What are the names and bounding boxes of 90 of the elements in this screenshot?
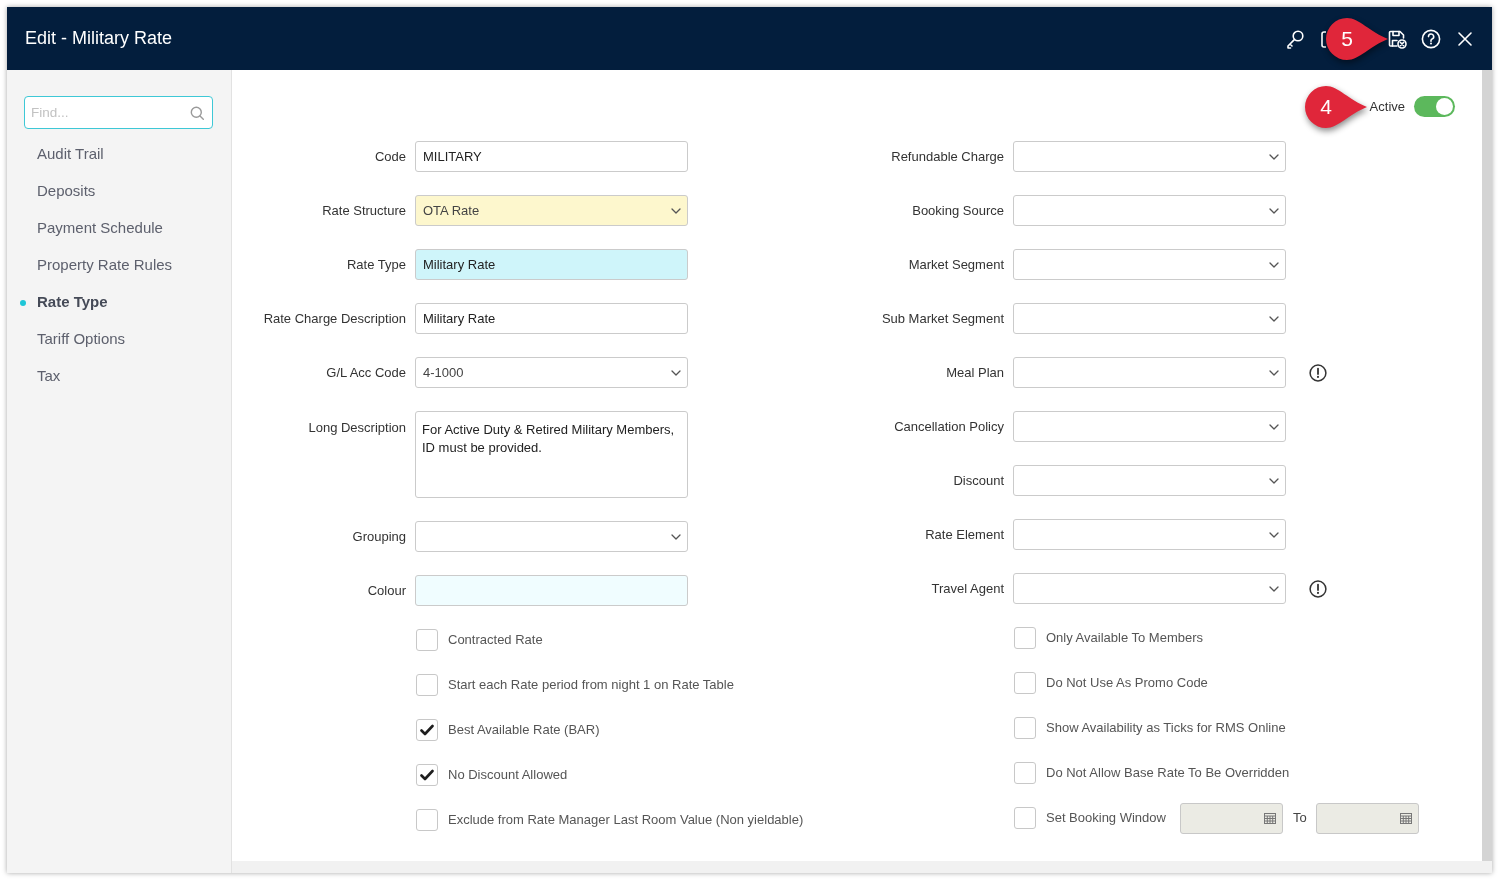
checkmark-icon xyxy=(420,724,434,736)
checkbox[interactable] xyxy=(1014,717,1036,739)
checkbox[interactable] xyxy=(416,629,438,651)
field-label: Meal Plan xyxy=(945,363,1004,382)
chevron-down-icon[interactable] xyxy=(671,533,681,540)
field-label: Market Segment xyxy=(907,255,1004,274)
dropdown-field[interactable] xyxy=(1013,249,1286,280)
dropdown-field[interactable] xyxy=(1013,303,1286,334)
checkbox-label: Start each Rate period from night 1 on Rate Table xyxy=(448,676,734,695)
field-label: G/L Acc Code xyxy=(325,363,406,382)
field-label: Sub Market Segment xyxy=(880,309,1004,328)
chevron-down-icon[interactable] xyxy=(1269,315,1279,322)
field-label: Discount xyxy=(952,471,1004,490)
dropdown-field[interactable] xyxy=(1013,357,1286,388)
checkbox[interactable] xyxy=(416,764,438,786)
checkbox[interactable] xyxy=(1014,672,1036,694)
dropdown-field[interactable] xyxy=(1013,411,1286,442)
date-range-label: To xyxy=(1292,809,1307,828)
vertical-scrollbar[interactable] xyxy=(1482,70,1492,861)
field-label: Rate Type xyxy=(345,255,406,274)
dropdown-field[interactable] xyxy=(1013,573,1286,604)
checkbox[interactable] xyxy=(1014,762,1036,784)
chevron-down-icon[interactable] xyxy=(1269,153,1279,160)
help-icon[interactable] xyxy=(1421,28,1441,49)
field-label: Refundable Charge xyxy=(890,147,1004,166)
checkbox-label: Contracted Rate xyxy=(448,631,543,650)
checkbox-label: Exclude from Rate Manager Last Room Value (Non yieldable) xyxy=(448,811,804,830)
checkbox[interactable] xyxy=(416,674,438,696)
checkbox-label: Do Not Use As Promo Code xyxy=(1046,674,1208,693)
sidebar-item[interactable]: Deposits xyxy=(18,173,213,210)
search-icon[interactable] xyxy=(190,105,204,120)
exclamation-circle-icon[interactable] xyxy=(1309,363,1327,382)
chevron-down-icon[interactable] xyxy=(1269,585,1279,592)
step-callout: 4 xyxy=(1304,84,1368,130)
checkbox[interactable] xyxy=(416,809,438,831)
sidebar-item[interactable]: Rate Type xyxy=(18,284,213,321)
dropdown-field[interactable]: 4-1000 xyxy=(415,357,688,388)
text-field[interactable]: MILITARY xyxy=(415,141,688,172)
field-label: Long Description xyxy=(307,419,406,437)
toggle-switch[interactable] xyxy=(1414,96,1455,117)
chevron-down-icon[interactable] xyxy=(1269,261,1279,268)
chevron-down-icon[interactable] xyxy=(1269,531,1279,538)
field-label: Grouping xyxy=(351,527,406,546)
dropdown-field[interactable] xyxy=(1013,465,1286,496)
toggle-label: Active xyxy=(1369,97,1405,116)
chevron-down-icon[interactable] xyxy=(1269,369,1279,376)
field-label: Booking Source xyxy=(911,201,1004,220)
field-label: Colour xyxy=(366,581,406,600)
chevron-down-icon[interactable] xyxy=(671,369,681,376)
dropdown-field[interactable] xyxy=(1013,141,1286,172)
window-title: Edit - Military Rate xyxy=(25,27,173,50)
checkbox-label: Do Not Allow Base Rate To Be Overridden xyxy=(1046,764,1290,783)
checkbox-label: Set Booking Window xyxy=(1046,809,1166,828)
checkbox[interactable] xyxy=(1014,627,1036,649)
dropdown-field[interactable]: OTA Rate xyxy=(415,195,688,226)
checkbox-label: Best Available Rate (BAR) xyxy=(448,721,600,740)
key-icon[interactable] xyxy=(1285,28,1305,49)
floppy-disk-icon[interactable] xyxy=(1387,28,1407,49)
checkbox-label: Show Availability as Ticks for RMS Online xyxy=(1046,719,1286,738)
checkbox-label: Only Available To Members xyxy=(1046,629,1204,648)
chevron-down-icon[interactable] xyxy=(1269,477,1279,484)
exclamation-circle-icon[interactable] xyxy=(1309,579,1327,598)
field-label: Travel Agent xyxy=(930,579,1004,598)
text-field[interactable]: Military Rate xyxy=(415,249,688,280)
document-icon[interactable] xyxy=(1319,28,1326,49)
text-field[interactable]: Military Rate xyxy=(415,303,688,334)
chevron-down-icon[interactable] xyxy=(1269,207,1279,214)
field-label: Cancellation Policy xyxy=(893,417,1004,436)
step-callout: 5 xyxy=(1325,16,1389,62)
search-field[interactable]: Find... xyxy=(24,96,213,129)
sidebar-item[interactable]: Audit Trail xyxy=(18,136,213,173)
field-label: Code xyxy=(373,147,406,166)
sidebar-item[interactable]: Tax xyxy=(18,358,213,395)
sidebar-item[interactable]: Property Rate Rules xyxy=(18,247,213,284)
sidebar-item[interactable]: Tariff Options xyxy=(18,321,213,358)
field-label: Rate Charge Description xyxy=(262,309,406,328)
chevron-down-icon[interactable] xyxy=(1269,423,1279,430)
textarea-field[interactable]: For Active Duty & Retired Military Members, ID must be provided. xyxy=(415,411,688,498)
dropdown-field[interactable] xyxy=(415,521,688,552)
text-field[interactable] xyxy=(415,575,688,606)
dropdown-field[interactable] xyxy=(1013,195,1286,226)
checkbox-label: No Discount Allowed xyxy=(448,766,568,785)
sidebar-item[interactable]: Payment Schedule xyxy=(18,210,213,247)
field-label: Rate Element xyxy=(924,525,1004,544)
chevron-down-icon[interactable] xyxy=(671,207,681,214)
dropdown-field[interactable] xyxy=(1013,519,1286,550)
selected-dot-icon xyxy=(20,299,26,306)
field-label: Rate Structure xyxy=(321,201,406,220)
checkmark-icon xyxy=(420,769,434,781)
checkbox[interactable] xyxy=(416,719,438,741)
